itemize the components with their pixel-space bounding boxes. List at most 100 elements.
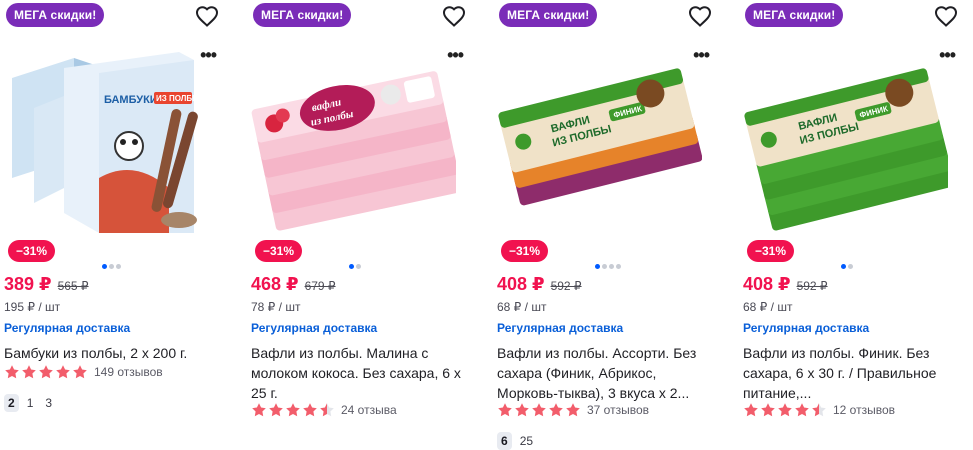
star-icon: [498, 403, 512, 417]
old-price: 592 ₽: [796, 279, 828, 293]
image-pager[interactable]: [595, 264, 621, 269]
price-row: 389 ₽ 565 ₽: [4, 274, 89, 295]
rating[interactable]: 12 отзывов: [743, 402, 895, 418]
rating[interactable]: 149 отзывов: [4, 364, 163, 380]
unit-price: 195 ₽ / шт: [4, 300, 61, 314]
variant-option[interactable]: 1: [23, 394, 38, 412]
star-icon: [39, 365, 53, 379]
star-icon: [532, 403, 546, 417]
pager-dot[interactable]: [109, 264, 114, 269]
unit-price: 68 ₽ / шт: [743, 300, 793, 314]
discount-badge: −31%: [747, 240, 795, 262]
star-icon: [515, 403, 529, 417]
star-icon: [795, 403, 809, 417]
product-title[interactable]: Вафли из полбы. Малина с молоком кокоса.…: [251, 343, 463, 403]
pager-dot[interactable]: [595, 264, 600, 269]
pager-dot[interactable]: [609, 264, 614, 269]
delivery-label: Регулярная доставка: [251, 321, 378, 335]
price-row: 408 ₽ 592 ₽: [497, 274, 582, 295]
pager-dot[interactable]: [848, 264, 853, 269]
pager-dot[interactable]: [356, 264, 361, 269]
assorted-wafer-package-image[interactable]: ВАФЛИ ИЗ ПОЛБЫ ФИНИК: [497, 38, 702, 238]
variant-selector[interactable]: 6 25: [497, 432, 537, 450]
star-rating: [4, 364, 88, 380]
product-card[interactable]: МЕГА скидки! ••• БАМБУКИ ИЗ ПОЛБЫ −31% 3…: [4, 0, 234, 450]
product-card[interactable]: МЕГА скидки! ••• вафли из полбы −31% 468…: [251, 0, 481, 450]
star-icon: [566, 403, 580, 417]
star-rating: [743, 402, 827, 418]
reviews-count: 12 отзывов: [833, 403, 896, 417]
heart-icon[interactable]: [688, 5, 712, 29]
old-price: 592 ₽: [550, 279, 582, 293]
mega-sale-badge: МЕГА скидки!: [499, 3, 598, 27]
package-text: БАМБУКИ: [104, 94, 158, 106]
star-icon: [252, 403, 266, 417]
star-icon: [303, 403, 317, 417]
image-pager[interactable]: [841, 264, 853, 269]
discount-badge: −31%: [255, 240, 303, 262]
current-price: 408 ₽: [497, 274, 545, 294]
variant-option[interactable]: 25: [516, 432, 537, 450]
star-icon: [286, 403, 300, 417]
star-icon: [549, 403, 563, 417]
package-text: ИЗ ПОЛБЫ: [156, 94, 200, 103]
old-price: 679 ₽: [304, 279, 336, 293]
star-rating: [497, 402, 581, 418]
pager-dot[interactable]: [116, 264, 121, 269]
delivery-label: Регулярная доставка: [497, 321, 624, 335]
mega-sale-badge: МЕГА скидки!: [745, 3, 844, 27]
unit-price: 78 ₽ / шт: [251, 300, 301, 314]
current-price: 468 ₽: [251, 274, 299, 294]
raspberry-wafer-package-image[interactable]: вафли из полбы: [251, 38, 456, 238]
variant-option[interactable]: 3: [41, 394, 56, 412]
unit-price: 68 ₽ / шт: [497, 300, 547, 314]
star-rating: [251, 402, 335, 418]
variant-option[interactable]: 2: [4, 394, 19, 412]
pager-dot[interactable]: [841, 264, 846, 269]
delivery-label: Регулярная доставка: [743, 321, 870, 335]
reviews-count: 37 отзывов: [587, 403, 650, 417]
price-row: 408 ₽ 592 ₽: [743, 274, 828, 295]
product-title[interactable]: Вафли из полбы. Ассорти. Без сахара (Фин…: [497, 343, 709, 403]
heart-icon[interactable]: [934, 5, 958, 29]
mega-sale-badge: МЕГА скидки!: [6, 3, 105, 27]
heart-icon[interactable]: [195, 5, 219, 29]
variant-selector[interactable]: 2 1 3: [4, 394, 56, 412]
rating[interactable]: 24 отзыва: [251, 402, 397, 418]
product-title[interactable]: Вафли из полбы. Финик. Без сахара, 6 х 3…: [743, 343, 955, 403]
mega-sale-badge: МЕГА скидки!: [253, 3, 352, 27]
old-price: 565 ₽: [57, 279, 89, 293]
star-icon: [744, 403, 758, 417]
current-price: 389 ₽: [4, 274, 52, 294]
product-card[interactable]: МЕГА скидки! ••• ВАФЛИ ИЗ ПОЛБЫ ФИНИК −3…: [497, 0, 727, 450]
star-icon: [761, 403, 775, 417]
variant-option[interactable]: 6: [497, 432, 512, 450]
bamboo-wafer-package-image[interactable]: БАМБУКИ ИЗ ПОЛБЫ: [4, 38, 209, 238]
reviews-count: 149 отзывов: [94, 365, 163, 379]
pager-dot[interactable]: [102, 264, 107, 269]
product-title[interactable]: Бамбуки из полбы, 2 х 200 г.: [4, 343, 216, 363]
heart-icon[interactable]: [442, 5, 466, 29]
image-pager[interactable]: [349, 264, 361, 269]
star-icon: [5, 365, 19, 379]
date-wafer-package-image[interactable]: ВАФЛИ ИЗ ПОЛБЫ ФИНИК: [743, 38, 948, 238]
price-row: 468 ₽ 679 ₽: [251, 274, 336, 295]
star-icon: [812, 403, 826, 417]
star-icon: [73, 365, 87, 379]
current-price: 408 ₽: [743, 274, 791, 294]
product-card[interactable]: МЕГА скидки! ••• ВАФЛИ ИЗ ПОЛБЫ ФИНИК −3…: [743, 0, 973, 450]
discount-badge: −31%: [501, 240, 549, 262]
star-icon: [269, 403, 283, 417]
image-pager[interactable]: [102, 264, 121, 269]
star-icon: [778, 403, 792, 417]
pager-dot[interactable]: [349, 264, 354, 269]
pager-dot[interactable]: [602, 264, 607, 269]
star-icon: [56, 365, 70, 379]
discount-badge: −31%: [8, 240, 56, 262]
star-icon: [22, 365, 36, 379]
rating[interactable]: 37 отзывов: [497, 402, 649, 418]
pager-dot[interactable]: [616, 264, 621, 269]
delivery-label: Регулярная доставка: [4, 321, 131, 335]
star-icon: [320, 403, 334, 417]
reviews-count: 24 отзыва: [341, 403, 397, 417]
